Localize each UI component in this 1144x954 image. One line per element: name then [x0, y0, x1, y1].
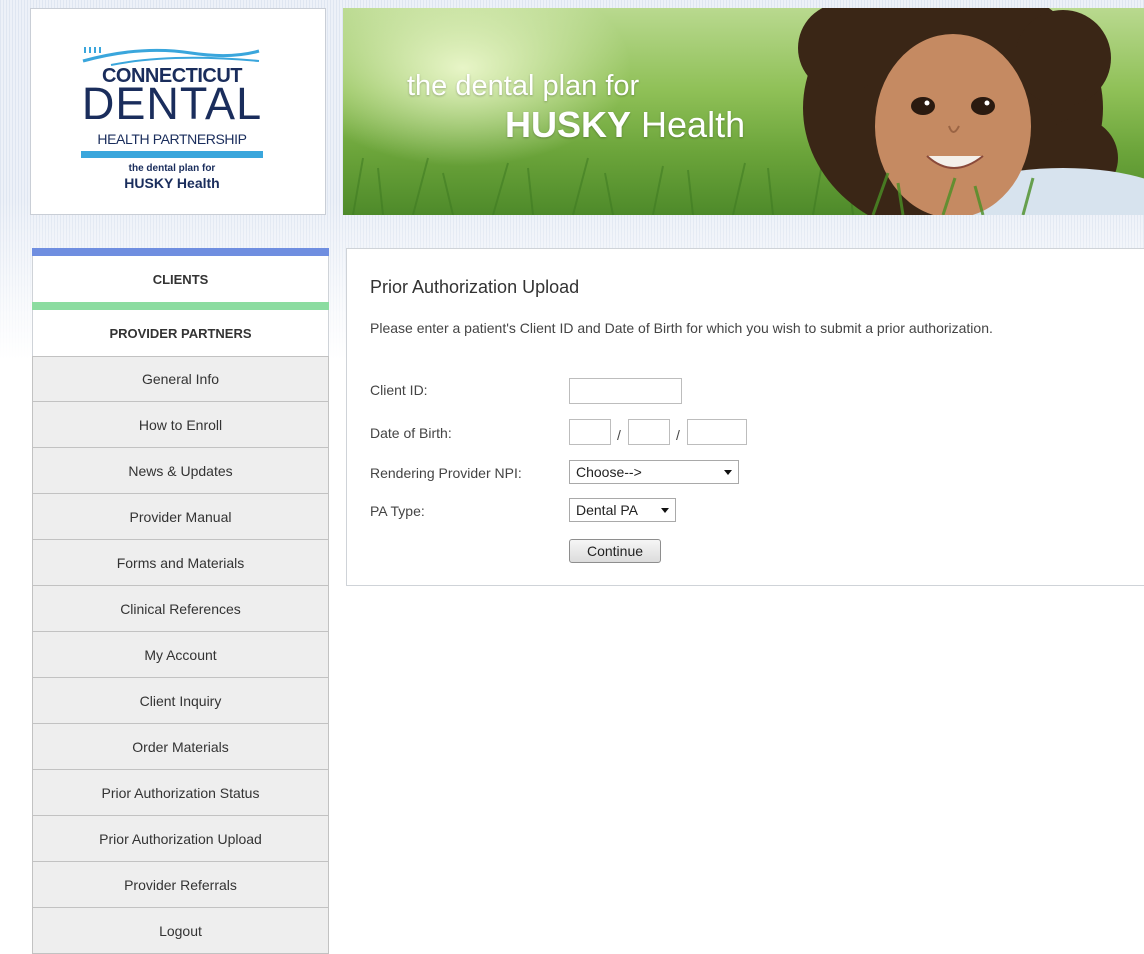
sidebar-item-my-account[interactable]: My Account: [32, 632, 329, 678]
logo-tagline: the dental plan for: [128, 163, 216, 174]
banner-brand: HUSKY Health: [505, 104, 745, 146]
sidebar-item-clinical-references[interactable]: Clinical References: [32, 586, 329, 632]
client-id-label: Client ID:: [370, 382, 428, 398]
sidebar-nav: CLIENTS PROVIDER PARTNERS General Info H…: [32, 248, 329, 954]
page-title: Prior Authorization Upload: [370, 277, 580, 297]
pa-type-label: PA Type:: [370, 503, 425, 519]
logo-dental: DENTAL: [81, 78, 263, 129]
dob-separator-2: /: [676, 427, 680, 443]
logo-divider-bar: [81, 151, 263, 158]
continue-button[interactable]: Continue: [569, 539, 661, 563]
client-id-input[interactable]: [569, 378, 682, 404]
sidebar-item-provider-manual[interactable]: Provider Manual: [32, 494, 329, 540]
page-instructions: Please enter a patient's Client ID and D…: [370, 320, 993, 336]
dob-day-input[interactable]: [628, 419, 670, 445]
chevron-down-icon: [724, 470, 732, 475]
sidebar-item-logout[interactable]: Logout: [32, 908, 329, 954]
logo-husky-health: HUSKY Health: [124, 175, 220, 191]
chevron-down-icon: [661, 508, 669, 513]
sidebar-item-forms-materials[interactable]: Forms and Materials: [32, 540, 329, 586]
sidebar-item-order-materials[interactable]: Order Materials: [32, 724, 329, 770]
dob-label: Date of Birth:: [370, 425, 452, 441]
pa-type-select[interactable]: Dental PA: [569, 498, 676, 522]
sidebar-item-news-updates[interactable]: News & Updates: [32, 448, 329, 494]
npi-label: Rendering Provider NPI:: [370, 465, 522, 481]
sidebar-item-prior-authorization-upload[interactable]: Prior Authorization Upload: [32, 816, 329, 862]
banner-brand-strong: HUSKY: [505, 104, 632, 145]
sidebar-item-how-to-enroll[interactable]: How to Enroll: [32, 402, 329, 448]
clients-stripe: [32, 248, 329, 256]
logo-health-partnership: HEALTH PARTNERSHIP: [97, 131, 247, 147]
logo-mark: CONNECTICUT DENTAL HEALTH PARTNERSHIP th…: [81, 39, 321, 209]
pa-type-select-value: Dental PA: [576, 502, 638, 518]
site-logo[interactable]: CONNECTICUT DENTAL HEALTH PARTNERSHIP th…: [30, 8, 326, 215]
npi-select-value: Choose-->: [576, 464, 642, 480]
dob-month-input[interactable]: [569, 419, 611, 445]
dob-separator-1: /: [617, 427, 621, 443]
sidebar-item-general-info[interactable]: General Info: [32, 356, 329, 402]
hero-banner: the dental plan for HUSKY Health: [343, 8, 1144, 215]
npi-select[interactable]: Choose-->: [569, 460, 739, 484]
banner-brand-rest: Health: [631, 104, 746, 145]
dob-year-input[interactable]: [687, 419, 747, 445]
sidebar-item-provider-referrals[interactable]: Provider Referrals: [32, 862, 329, 908]
provider-partners-stripe: [32, 302, 329, 310]
sidebar-item-prior-authorization-status[interactable]: Prior Authorization Status: [32, 770, 329, 816]
sidebar-clients[interactable]: CLIENTS: [32, 256, 329, 302]
main-content-panel: Prior Authorization Upload Please enter …: [346, 248, 1144, 586]
sidebar-item-client-inquiry[interactable]: Client Inquiry: [32, 678, 329, 724]
banner-tagline: the dental plan for: [407, 70, 640, 102]
sidebar-provider-partners[interactable]: PROVIDER PARTNERS: [32, 310, 329, 356]
